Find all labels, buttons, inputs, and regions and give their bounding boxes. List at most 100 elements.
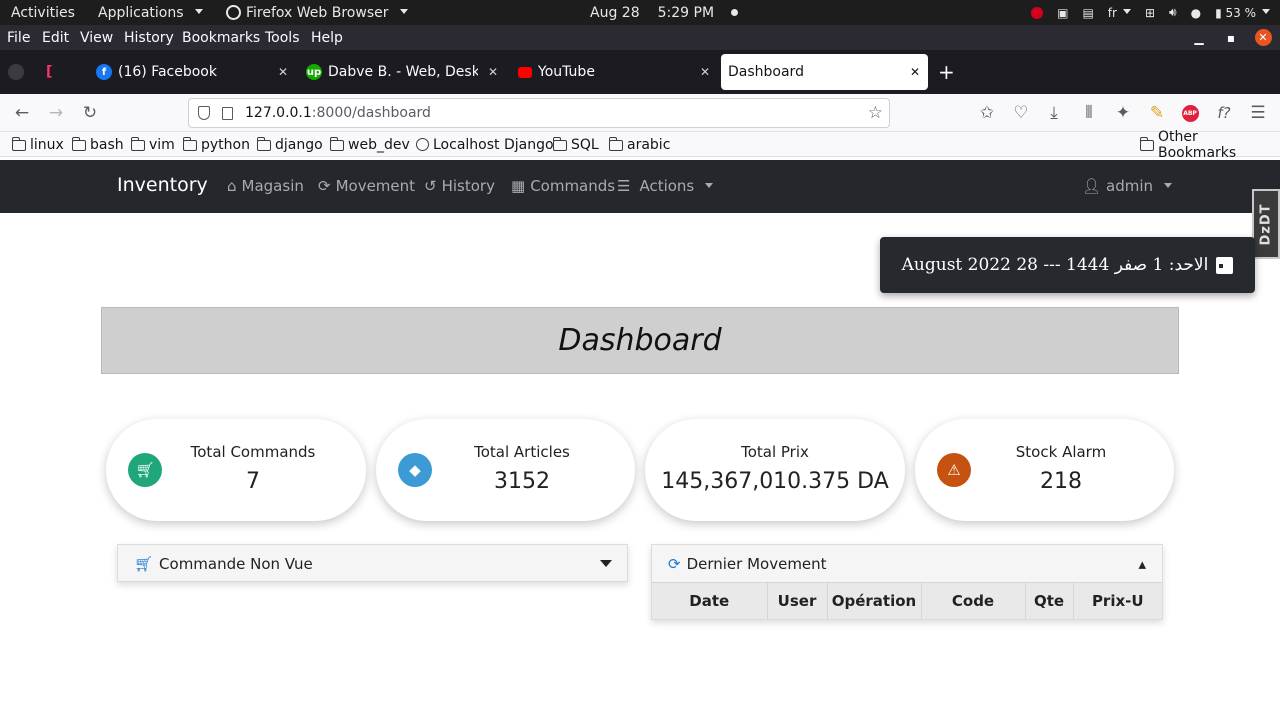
- new-tab-button[interactable]: +: [938, 54, 958, 90]
- reload-icon: ↻: [82, 103, 98, 123]
- url-bar[interactable]: 127.0.0.1:8000/dashboard ☆: [188, 98, 890, 128]
- battery-indicator[interactable]: ▮ 53 %: [1215, 6, 1270, 20]
- column-header-user[interactable]: User: [767, 582, 828, 619]
- nav-link-movement[interactable]: ⟳ Movement: [318, 177, 415, 195]
- column-header-qte[interactable]: Qte: [1025, 582, 1074, 619]
- screen-icon[interactable]: ▣: [1057, 6, 1068, 20]
- formula-icon[interactable]: f?: [1212, 101, 1236, 125]
- panel-header[interactable]: 🛒︎ Commande Non Vue: [118, 545, 627, 582]
- bookmark-folder-web-dev[interactable]: web_dev: [329, 132, 410, 157]
- menu-edit[interactable]: Edit: [42, 25, 69, 50]
- nav-link-history[interactable]: ↺ History: [424, 177, 495, 195]
- user-dropdown[interactable]: 👤︎ admin: [1082, 177, 1173, 195]
- nav-dropdown-actions[interactable]: ☰ Actions: [617, 177, 714, 195]
- nav-link-magasin[interactable]: ⌂ Magasin: [227, 177, 304, 195]
- dzdt-extension-badge[interactable]: DzDT: [1252, 189, 1280, 259]
- nav-link-commands[interactable]: ▦ Commands: [511, 177, 615, 195]
- menu-tools[interactable]: Tools: [265, 25, 300, 50]
- cart-icon: 🛒︎: [128, 453, 162, 487]
- reload-button[interactable]: ↻: [78, 101, 102, 125]
- tag-icon: ◆: [398, 453, 432, 487]
- bookmark-folder-linux[interactable]: linux: [11, 132, 64, 157]
- collapse-toggle-icon[interactable]: ▴: [1138, 555, 1146, 573]
- menu-help[interactable]: Help: [311, 25, 343, 50]
- back-button[interactable]: ←: [10, 101, 34, 125]
- shield-icon: [198, 106, 210, 120]
- chevron-down-icon: [1262, 9, 1270, 14]
- panel-commande-non-vue: 🛒︎ Commande Non Vue: [117, 544, 628, 582]
- close-icon[interactable]: ✕: [700, 65, 710, 79]
- menu-view[interactable]: View: [80, 25, 113, 50]
- brand-logo[interactable]: Inventory: [117, 174, 208, 196]
- bookmark-other-bookmarks[interactable]: Other Bookmarks: [1139, 129, 1280, 161]
- column-header-code[interactable]: Code: [921, 582, 1026, 619]
- folder-icon: [1139, 137, 1154, 151]
- extension-icon[interactable]: ✦: [1111, 101, 1135, 125]
- page-title-banner: Dashboard: [101, 307, 1179, 374]
- folder-icon: [130, 137, 145, 151]
- bookmark-folder-django[interactable]: django: [256, 132, 323, 157]
- bookmark-folder-bash[interactable]: bash: [71, 132, 124, 157]
- chevron-down-icon: [705, 182, 714, 188]
- hamburger-menu-icon[interactable]: ☰: [1246, 101, 1270, 125]
- star-icon[interactable]: ☆: [868, 103, 883, 123]
- reader-icon[interactable]: ✩: [975, 101, 999, 125]
- app-menu-firefox[interactable]: Firefox Web Browser: [226, 0, 408, 25]
- library-icon[interactable]: ⫴: [1077, 101, 1101, 125]
- pocket-icon[interactable]: ♡: [1009, 101, 1033, 125]
- bookmark-localhost-django[interactable]: Localhost Django: [416, 132, 554, 157]
- menu-bookmarks[interactable]: Bookmarks: [182, 25, 260, 50]
- column-header-date[interactable]: Date: [652, 582, 768, 619]
- page-title: Dashboard: [558, 323, 722, 358]
- chevron-down-icon[interactable]: [600, 560, 612, 567]
- close-icon[interactable]: ✕: [910, 65, 920, 79]
- tab-youtube[interactable]: YouTube ✕: [510, 54, 718, 90]
- tab-dashboard[interactable]: Dashboard ✕: [721, 54, 928, 90]
- menu-history[interactable]: History: [124, 25, 174, 50]
- tab-strip: [ f (16) Facebook ✕ up Dabve B. - Web, D…: [0, 50, 1280, 94]
- bookmark-folder-arabic[interactable]: arabic: [608, 132, 670, 157]
- close-icon: ✕: [1254, 29, 1272, 46]
- tab-pinned-app[interactable]: [: [46, 54, 68, 90]
- maximize-icon[interactable]: ▪: [1219, 25, 1243, 50]
- column-header-prix-u[interactable]: Prix-U: [1073, 582, 1162, 619]
- system-tray: ▣ ▤ fr ⊞ 🔊︎ ● ▮ 53 %: [1031, 0, 1270, 25]
- microphone-icon[interactable]: ●: [1191, 6, 1201, 20]
- clock[interactable]: Aug 28 5:29 PM: [590, 0, 739, 25]
- download-icon[interactable]: ⤓: [1042, 101, 1066, 125]
- clipboard-icon[interactable]: ▤: [1082, 6, 1093, 20]
- bookmark-folder-sql[interactable]: SQL: [552, 132, 599, 157]
- forward-button[interactable]: →: [44, 101, 68, 125]
- tab-pinned-github[interactable]: [8, 54, 30, 90]
- close-icon[interactable]: ✕: [488, 65, 498, 79]
- column-header-operation[interactable]: Opération: [827, 582, 922, 619]
- bookmarks-toolbar: linux bash vim python django web_dev Loc…: [0, 129, 1280, 161]
- bookmark-folder-python[interactable]: python: [182, 132, 250, 157]
- tab-upwork[interactable]: up Dabve B. - Web, Desktop ✕: [298, 54, 506, 90]
- upwork-icon: up: [306, 64, 322, 80]
- menu-file[interactable]: File: [7, 25, 30, 50]
- github-icon: [8, 64, 24, 80]
- activities-button[interactable]: Activities: [11, 0, 75, 25]
- extension-pencil-icon[interactable]: ✎: [1145, 101, 1169, 125]
- tab-facebook[interactable]: f (16) Facebook ✕: [88, 54, 296, 90]
- user-icon: 👤︎: [1082, 177, 1102, 195]
- volume-icon[interactable]: 🔊︎: [1169, 5, 1177, 20]
- network-icon[interactable]: ⊞: [1145, 6, 1155, 20]
- minimize-icon[interactable]: ▁: [1187, 25, 1211, 50]
- plus-icon: +: [938, 60, 955, 84]
- stat-card-stock-alarm: ⚠︎ Stock Alarm 218: [915, 419, 1174, 521]
- keyboard-layout[interactable]: fr: [1108, 6, 1131, 20]
- cart-icon: 🛒︎: [134, 554, 154, 573]
- app-navbar: Inventory ⌂ Magasin ⟳ Movement ↺ History ▦ C…: [0, 160, 1280, 213]
- record-icon[interactable]: [1031, 6, 1044, 19]
- close-window-button[interactable]: ✕: [1251, 25, 1275, 50]
- close-icon[interactable]: ✕: [278, 65, 288, 79]
- folder-icon: [11, 137, 26, 151]
- applications-menu[interactable]: Applications: [98, 0, 203, 25]
- folder-icon: [182, 137, 197, 151]
- page-info-icon: [222, 106, 233, 120]
- adblock-icon[interactable]: ABP: [1178, 101, 1202, 125]
- panel-header[interactable]: ⟳ Dernier Movement ▴: [652, 545, 1162, 582]
- bookmark-folder-vim[interactable]: vim: [130, 132, 175, 157]
